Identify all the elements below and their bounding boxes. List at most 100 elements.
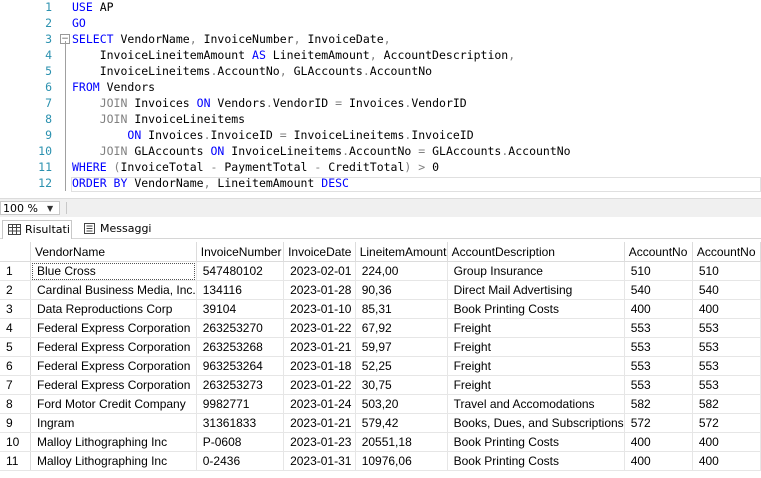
table-cell[interactable]: 0-2436 [196, 451, 285, 471]
table-cell[interactable]: 553 [692, 318, 761, 338]
table-cell[interactable]: 553 [692, 356, 761, 376]
table-cell[interactable]: 39104 [196, 299, 285, 319]
code-line[interactable]: 4 InvoiceLineitemAmount AS LineitemAmoun… [0, 47, 761, 63]
column-header[interactable]: InvoiceNumber [196, 242, 285, 262]
table-cell[interactable]: 2023-01-21 [283, 413, 356, 433]
table-cell[interactable]: 2023-01-31 [283, 451, 356, 471]
table-cell[interactable]: 52,25 [355, 356, 448, 376]
table-cell[interactable]: Federal Express Corporation [30, 337, 197, 357]
table-cell[interactable]: 2023-01-23 [283, 432, 356, 452]
table-cell[interactable]: 10976,06 [355, 451, 448, 471]
row-number[interactable]: 5 [0, 337, 31, 357]
table-cell[interactable]: 553 [692, 375, 761, 395]
table-cell[interactable]: 400 [692, 451, 761, 471]
table-cell[interactable]: 400 [692, 432, 761, 452]
table-cell[interactable]: 20551,18 [355, 432, 448, 452]
table-row[interactable]: 9 Ingram 31361833 2023-01-21 579,42 Books, Du… [0, 413, 761, 433]
table-cell[interactable]: Blue Cross [30, 261, 197, 281]
row-number[interactable]: 8 [0, 394, 31, 414]
row-number[interactable]: 11 [0, 451, 31, 471]
table-cell[interactable]: 134116 [196, 280, 285, 300]
code-line[interactable]: 3− SELECT VendorName, InvoiceNumber, Invo… [0, 31, 761, 47]
table-cell[interactable]: 2023-02-01 [283, 261, 356, 281]
table-cell[interactable]: 30,75 [355, 375, 448, 395]
table-cell[interactable]: Freight [447, 375, 625, 395]
row-number[interactable]: 6 [0, 356, 31, 376]
table-cell[interactable]: 553 [624, 375, 693, 395]
column-header[interactable]: InvoiceDate [283, 242, 356, 262]
table-cell[interactable]: Book Printing Costs [447, 432, 625, 452]
row-number[interactable]: 2 [0, 280, 31, 300]
table-cell[interactable]: Data Reproductions Corp [30, 299, 197, 319]
table-cell[interactable]: Ingram [30, 413, 197, 433]
table-cell[interactable]: 2023-01-28 [283, 280, 356, 300]
table-row[interactable]: 7 Federal Express Corporation 263253273 202… [0, 375, 761, 395]
table-cell[interactable]: Group Insurance [447, 261, 625, 281]
table-cell[interactable]: Federal Express Corporation [30, 375, 197, 395]
column-header[interactable]: LineitemAmount [355, 242, 448, 262]
table-cell[interactable]: Malloy Lithographing Inc [30, 432, 197, 452]
table-row[interactable]: 1 Blue Cross 547480102 2023-02-01 224,00 Grou… [0, 261, 761, 281]
table-cell[interactable]: 263253268 [196, 337, 285, 357]
table-cell[interactable]: P-0608 [196, 432, 285, 452]
table-cell[interactable]: Book Printing Costs [447, 451, 625, 471]
table-cell[interactable]: 263253270 [196, 318, 285, 338]
table-row[interactable]: 5 Federal Express Corporation 263253268 202… [0, 337, 761, 357]
corner-cell[interactable] [0, 242, 31, 262]
row-number[interactable]: 7 [0, 375, 31, 395]
table-cell[interactable]: 224,00 [355, 261, 448, 281]
table-cell[interactable]: Federal Express Corporation [30, 318, 197, 338]
table-cell[interactable]: 263253273 [196, 375, 285, 395]
code-line[interactable]: 8 JOIN InvoiceLineitems [0, 111, 761, 127]
zoom-select[interactable]: 100 % ▼ [0, 201, 60, 215]
table-cell[interactable]: 582 [692, 394, 761, 414]
table-cell[interactable]: 579,42 [355, 413, 448, 433]
row-number[interactable]: 1 [0, 261, 31, 281]
table-cell[interactable]: Malloy Lithographing Inc [30, 451, 197, 471]
table-cell[interactable]: 553 [624, 318, 693, 338]
table-cell[interactable]: Books, Dues, and Subscriptions [447, 413, 625, 433]
table-row[interactable]: 4 Federal Express Corporation 263253270 202… [0, 318, 761, 338]
table-cell[interactable]: 2023-01-21 [283, 337, 356, 357]
table-cell[interactable]: 85,31 [355, 299, 448, 319]
table-cell[interactable]: 540 [624, 280, 693, 300]
table-cell[interactable]: 67,92 [355, 318, 448, 338]
table-cell[interactable]: 31361833 [196, 413, 285, 433]
code-line[interactable]: 1 USE AP [0, 0, 761, 15]
table-cell[interactable]: 510 [692, 261, 761, 281]
table-cell[interactable]: 572 [624, 413, 693, 433]
table-cell[interactable]: 2023-01-24 [283, 394, 356, 414]
column-header[interactable]: AccountDescription [447, 242, 625, 262]
table-cell[interactable]: Direct Mail Advertising [447, 280, 625, 300]
table-cell[interactable]: 9982771 [196, 394, 285, 414]
row-number[interactable]: 3 [0, 299, 31, 319]
table-cell[interactable]: 963253264 [196, 356, 285, 376]
chevron-down-icon[interactable]: ▼ [47, 202, 53, 216]
table-cell[interactable]: 553 [624, 356, 693, 376]
column-header[interactable]: AccountNo [692, 242, 761, 262]
code-line[interactable]: 7 JOIN Invoices ON Vendors.VendorID = In… [0, 95, 761, 111]
row-number[interactable]: 9 [0, 413, 31, 433]
table-cell[interactable]: 2023-01-22 [283, 375, 356, 395]
code-line[interactable]: 10 JOIN GLAccounts ON InvoiceLineitems.A… [0, 143, 761, 159]
table-cell[interactable]: 572 [692, 413, 761, 433]
table-cell[interactable]: 503,20 [355, 394, 448, 414]
table-cell[interactable]: Federal Express Corporation [30, 356, 197, 376]
column-header[interactable]: AccountNo [624, 242, 693, 262]
table-cell[interactable]: 59,97 [355, 337, 448, 357]
table-cell[interactable]: 2023-01-22 [283, 318, 356, 338]
table-cell[interactable]: 582 [624, 394, 693, 414]
table-cell[interactable]: Cardinal Business Media, Inc. [30, 280, 197, 300]
table-cell[interactable]: 510 [624, 261, 693, 281]
table-cell[interactable]: 400 [624, 451, 693, 471]
code-line[interactable]: 11 WHERE (InvoiceTotal - PaymentTotal - C… [0, 159, 761, 175]
table-cell[interactable]: Ford Motor Credit Company [30, 394, 197, 414]
code-line[interactable]: 2 GO [0, 15, 761, 31]
table-cell[interactable]: 540 [692, 280, 761, 300]
row-number[interactable]: 10 [0, 432, 31, 452]
results-grid[interactable]: VendorName InvoiceNumber InvoiceDate Lin… [0, 242, 761, 478]
table-cell[interactable]: 400 [624, 432, 693, 452]
tab-messages[interactable]: Messaggi [78, 220, 152, 239]
code-line[interactable]: 6 FROM Vendors [0, 79, 761, 95]
table-cell[interactable]: Freight [447, 356, 625, 376]
